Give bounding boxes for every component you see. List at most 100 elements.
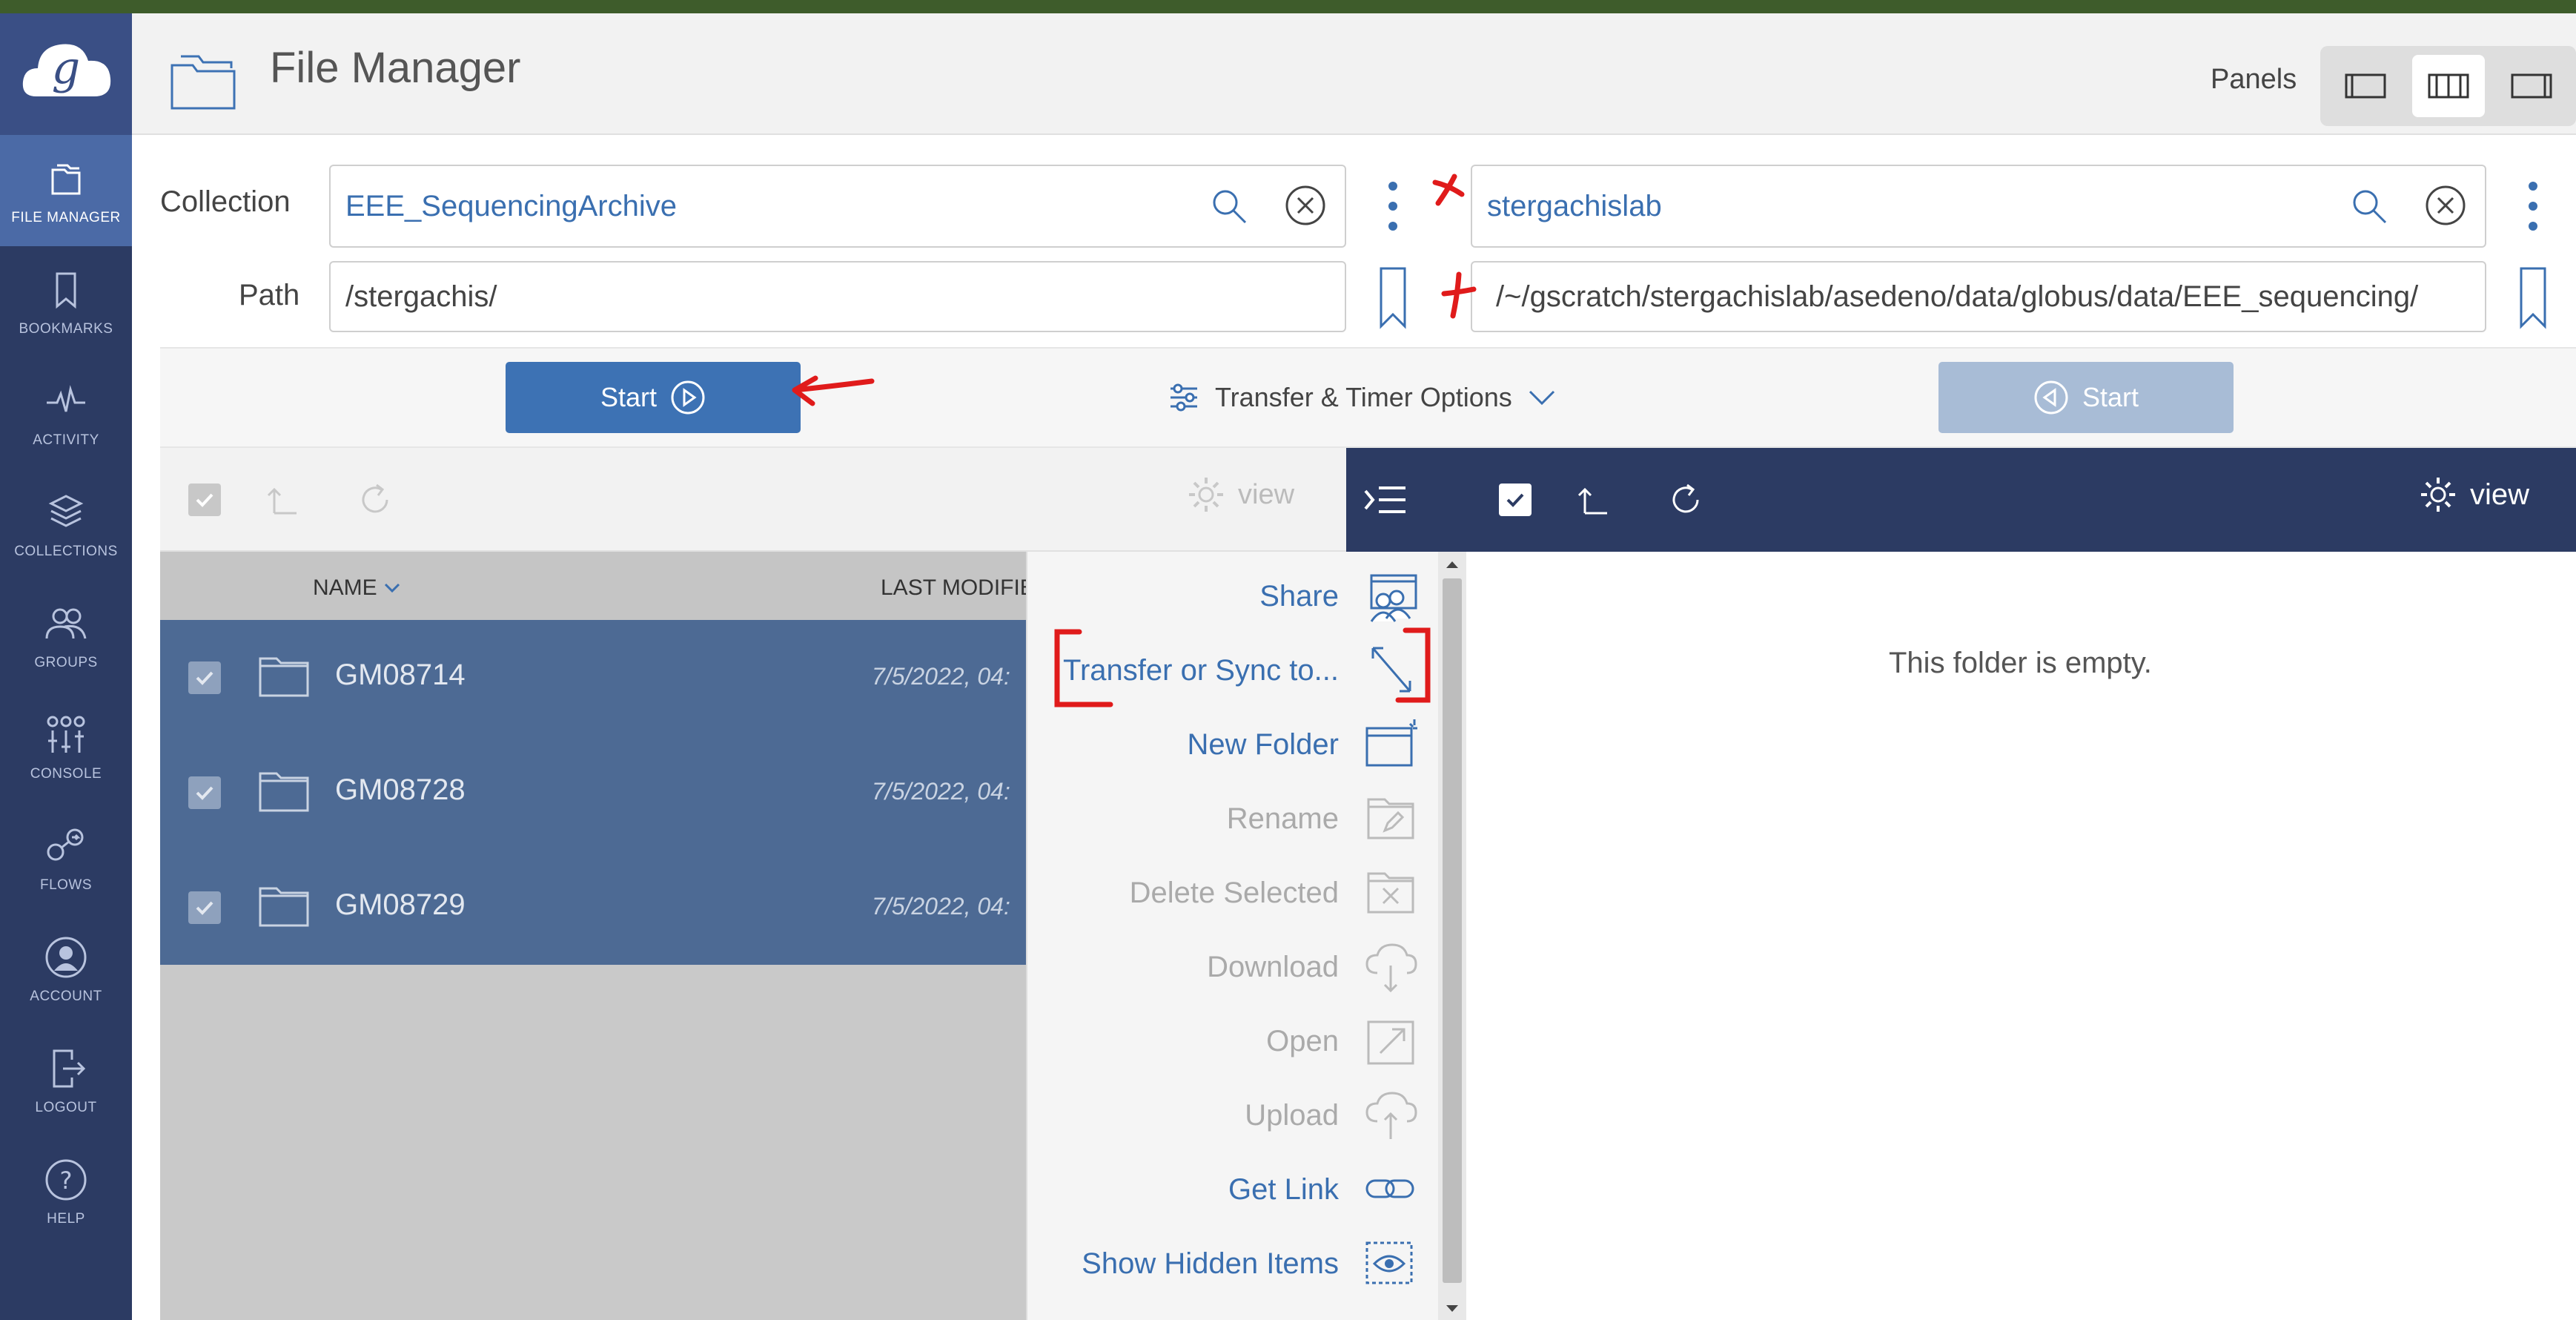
right-view-button[interactable]: view (2418, 475, 2529, 515)
page-header: File Manager Panels (132, 13, 2576, 135)
right-collection-search-button[interactable] (2347, 184, 2391, 228)
left-collection-more-button[interactable] (1380, 175, 1405, 237)
bookmark-icon (56, 272, 76, 309)
menu-item-new-folder[interactable]: New Folder (1026, 707, 1438, 782)
menu-item-open[interactable]: Open (1026, 1004, 1438, 1078)
right-view-label: view (2470, 478, 2530, 511)
menu-item-label: Rename (1226, 802, 1339, 835)
single-panel-button[interactable] (2329, 55, 2402, 117)
nav-item-label: LOGOUT (35, 1100, 97, 1115)
folder-icon (259, 887, 309, 927)
menu-item-get-link[interactable]: Get Link (1026, 1152, 1438, 1227)
path-label: Path (239, 279, 300, 311)
left-collection-value: EEE_SequencingArchive (345, 189, 677, 222)
right-path-value: /~/gscratch/stergachislab/asedeno/data/g… (1496, 280, 2419, 313)
menu-item-label: New Folder (1187, 728, 1339, 761)
start-transfer-left-button[interactable]: Start (506, 362, 801, 433)
left-path-value: /stergachis/ (345, 280, 497, 313)
row-checkbox[interactable] (188, 891, 221, 924)
menu-item-label: Show Hidden Items (1082, 1247, 1339, 1280)
nav-item-help[interactable]: ? HELP (0, 1136, 132, 1247)
console-icon (47, 716, 85, 753)
menu-item-upload[interactable]: Upload (1026, 1078, 1438, 1152)
collapse-panel-button[interactable] (1363, 478, 1407, 522)
left-up-folder-button[interactable] (261, 479, 302, 521)
row-checkbox[interactable] (188, 661, 221, 694)
row-modified: 7/5/2022, 04: (872, 663, 1010, 690)
menu-item-download[interactable]: Download (1026, 930, 1438, 1004)
left-collection-field[interactable]: EEE_SequencingArchive (329, 165, 1346, 248)
scroll-down-arrow-icon[interactable] (1438, 1298, 1466, 1320)
right-collection-field[interactable]: stergachislab (1471, 165, 2486, 248)
menu-item-delete-selected[interactable]: Delete Selected (1026, 856, 1438, 930)
nav-item-label: BOOKMARKS (19, 321, 113, 337)
top-strip (0, 0, 2576, 13)
check-icon (196, 671, 213, 685)
play-circle-left-icon (2034, 380, 2068, 415)
nav-item-groups[interactable]: GROUPS (0, 580, 132, 691)
right-collection-clear-button[interactable] (2423, 182, 2469, 228)
right-up-folder-button[interactable] (1572, 479, 1613, 521)
more-vertical-icon (2529, 182, 2537, 231)
menu-item-transfer-or-sync[interactable]: Transfer or Sync to... (1026, 633, 1438, 707)
more-vertical-icon (1388, 182, 1397, 231)
context-menu-scrollbar[interactable] (1438, 552, 1466, 1320)
folder-icon (259, 657, 309, 697)
menu-item-label: Transfer or Sync to... (1063, 654, 1339, 687)
left-refresh-button[interactable] (353, 478, 397, 522)
bookmark-icon (2520, 267, 2546, 329)
row-checkbox[interactable] (188, 776, 221, 809)
left-select-all-checkbox[interactable] (188, 484, 221, 516)
table-row[interactable]: GM08714 7/5/2022, 04: (160, 620, 1026, 735)
nav-item-logout[interactable]: LOGOUT (0, 1025, 132, 1136)
start-transfer-right-button[interactable]: Start (1938, 362, 2234, 433)
right-collection-more-button[interactable] (2520, 175, 2546, 237)
single-panel-icon (2345, 73, 2386, 99)
rename-icon (1367, 798, 1414, 839)
nav-item-collections[interactable]: COLLECTIONS (0, 469, 132, 580)
name-column-header[interactable]: NAME (313, 575, 401, 601)
table-row[interactable]: GM08728 7/5/2022, 04: (160, 735, 1026, 850)
menu-item-rename[interactable]: Rename (1026, 782, 1438, 856)
file-manager-header-icon (170, 55, 236, 110)
left-path-field[interactable]: /stergachis/ (329, 261, 1346, 332)
right-refresh-button[interactable] (1663, 478, 1708, 522)
nav-item-activity[interactable]: ACTIVITY (0, 357, 132, 469)
row-name: GM08714 (335, 659, 466, 691)
nav-item-label: GROUPS (34, 655, 98, 670)
nav-item-label: COLLECTIONS (14, 544, 118, 559)
left-pane-empty-area (160, 965, 1026, 1320)
right-bookmark-button[interactable] (2516, 264, 2550, 331)
left-view-button[interactable]: view (1186, 475, 1294, 515)
scroll-up-arrow-icon[interactable] (1438, 553, 1466, 575)
globus-logo[interactable]: g (0, 13, 132, 135)
nav-item-account[interactable]: ACCOUNT (0, 914, 132, 1025)
up-folder-icon (1577, 487, 1607, 515)
eye-icon (1365, 1241, 1413, 1284)
svg-text:g: g (52, 42, 80, 94)
nav-item-bookmarks[interactable]: BOOKMARKS (0, 246, 132, 357)
table-row[interactable]: GM08729 7/5/2022, 04: (160, 850, 1026, 965)
panel-layout-toggle (2320, 46, 2576, 126)
right-collection-value: stergachislab (1487, 189, 1662, 222)
right-path-field[interactable]: /~/gscratch/stergachislab/asedeno/data/g… (1471, 261, 2486, 332)
nav-item-console[interactable]: CONSOLE (0, 691, 132, 802)
page-title: File Manager (270, 44, 521, 92)
gear-icon (2421, 478, 2455, 512)
left-bookmark-button[interactable] (1376, 264, 1410, 331)
left-collection-search-button[interactable] (1207, 184, 1251, 228)
menu-item-show-hidden-items[interactable]: Show Hidden Items (1026, 1227, 1438, 1301)
scrollbar-thumb[interactable] (1443, 578, 1462, 1283)
nav-item-flows[interactable]: FLOWS (0, 802, 132, 914)
menu-item-label: Get Link (1228, 1173, 1339, 1206)
left-collection-clear-button[interactable] (1282, 182, 1328, 228)
right-panel-button[interactable] (2495, 55, 2568, 117)
nav-item-file-manager[interactable]: FILE MANAGER (0, 135, 132, 246)
dual-panel-button[interactable] (2412, 55, 2485, 117)
menu-item-share[interactable]: Share (1026, 559, 1438, 633)
last-modified-column-label[interactable]: LAST MODIFIE (881, 575, 1035, 601)
transfer-timer-options-toggle[interactable]: Transfer & Timer Options (1168, 377, 1557, 418)
link-icon (1365, 1179, 1414, 1198)
row-modified: 7/5/2022, 04: (872, 893, 1010, 920)
right-select-all-checkbox[interactable] (1499, 484, 1532, 516)
